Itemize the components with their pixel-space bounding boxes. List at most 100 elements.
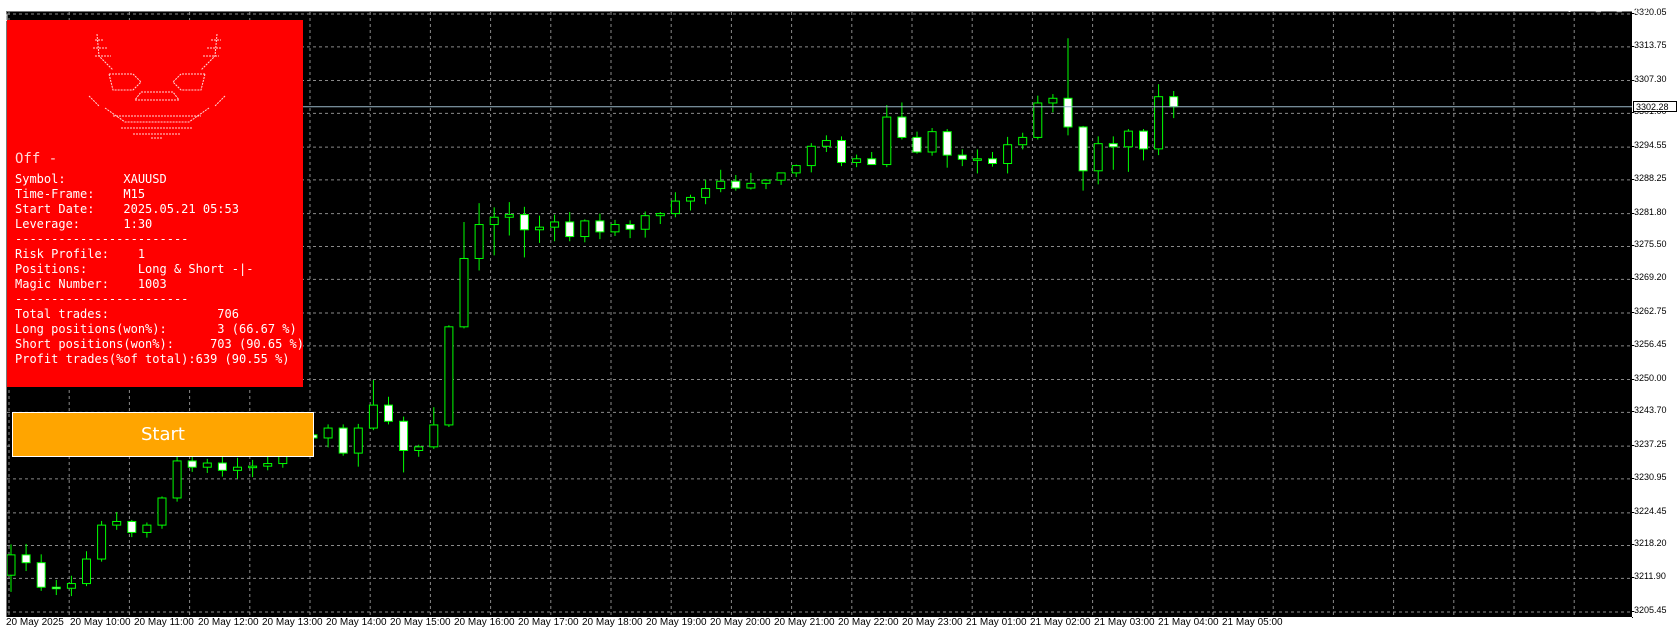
candle-body-bullish: [353, 427, 363, 454]
candle-body-bullish: [414, 446, 424, 451]
candle-body-bearish: [731, 180, 741, 189]
candle: [1003, 136, 1013, 174]
info-line-start-date: Start Date: 2025.05.21 05:53: [15, 202, 239, 216]
candle-body-bearish: [51, 586, 61, 590]
candle: [837, 136, 846, 167]
candle-body-bearish: [187, 460, 197, 468]
start-button[interactable]: Start: [12, 412, 314, 457]
info-line-leverage: Leverage: 1:30: [15, 217, 153, 231]
candle-body-bullish: [1003, 144, 1013, 164]
candle-body-bullish: [610, 224, 620, 233]
price-tick-label: 3224.45: [1631, 505, 1667, 516]
symbol-ohlc-label: XAUUSD,M15 3303.89 3305.29 3300.08 3302.…: [18, 2, 264, 13]
candle-body-bearish: [988, 158, 997, 164]
candle-body-bullish: [323, 427, 333, 439]
ea-status: Off -: [15, 151, 58, 167]
candle-body-bearish: [565, 221, 575, 238]
time-tick-label: 20 May 15:00: [390, 617, 451, 628]
candle: [1154, 84, 1164, 156]
candle-body-bullish: [263, 463, 273, 467]
price-tick-label: 3262.75: [1631, 306, 1667, 316]
candle: [399, 416, 409, 473]
candle-body-bearish: [399, 420, 409, 451]
candle-body-bullish: [504, 214, 514, 218]
candle: [202, 458, 212, 473]
candle-body-bullish: [82, 558, 91, 585]
candle-body-bearish: [942, 131, 952, 156]
price-tick-label: 3288.25: [1631, 172, 1667, 183]
candle-body-bullish: [791, 165, 801, 174]
candle: [1093, 136, 1103, 185]
candle: [535, 215, 544, 243]
smiley-icon: ◡: [1636, 5, 1647, 16]
candle-body-bullish: [580, 220, 590, 238]
candle-body-bullish: [972, 158, 982, 161]
info-line-long-positions: Long positions(won%): 3 (66.67 %): [15, 322, 297, 336]
info-divider: ------------------------: [15, 292, 189, 306]
candle: [368, 380, 378, 431]
candle: [263, 456, 273, 471]
candle: [852, 154, 862, 168]
candle-body-bullish: [701, 188, 711, 198]
candle: [1169, 90, 1179, 119]
time-tick-label: 20 May 18:00: [582, 617, 643, 628]
candle-body-bullish: [7, 554, 16, 576]
candle-body-bearish: [1078, 126, 1088, 172]
price-tick-label: 3243.70: [1631, 405, 1667, 416]
current-price-label: 3302.28: [1633, 100, 1677, 112]
candle-body-bullish: [1018, 136, 1028, 146]
candle-body-bullish: [368, 404, 378, 429]
symbol-header[interactable]: XAUUSD,M15 3303.89 3305.29 3300.08 3302.…: [6, 2, 263, 13]
candle-body-bullish: [429, 424, 439, 448]
candle: [1018, 132, 1028, 150]
candle: [1033, 95, 1043, 140]
info-line-profit-trades: Profit trades(%of total):639 (90.55 %): [15, 352, 290, 366]
candle: [338, 424, 348, 456]
candle: [82, 551, 91, 587]
candle-body-bearish: [217, 462, 227, 471]
candle-body-bullish: [761, 179, 771, 184]
price-tick-label: 3218.20: [1631, 538, 1667, 549]
time-tick-label: 20 May 12:00: [198, 617, 259, 628]
candle: [625, 220, 635, 239]
candle-body-bullish: [655, 213, 665, 217]
info-line-magic-number: Magic Number: 1003: [15, 277, 167, 291]
time-tick-label: 20 May 16:00: [454, 617, 515, 628]
candle-body-bullish: [746, 182, 756, 189]
candle: [36, 554, 46, 591]
candle-body-bullish: [927, 131, 937, 153]
candle-body-bullish: [142, 524, 152, 533]
candle: [1139, 129, 1148, 161]
candle-body-bullish: [1123, 130, 1133, 148]
price-tick-label: 3313.75: [1631, 39, 1667, 50]
candle-body-bullish: [852, 158, 862, 163]
ea-info-text: Off - Symbol: XAUUSD Time-Frame: M15 Star…: [15, 150, 304, 367]
candle-body-bullish: [489, 216, 499, 226]
candle: [912, 131, 922, 154]
candle-body-bullish: [882, 116, 892, 166]
info-line-positions: Positions: Long & Short -|-: [15, 262, 254, 276]
time-tick-label: 20 May 11:00: [134, 617, 194, 628]
expert-advisor-label[interactable]: Greedy Red_2.6_fix ◡: [1537, 2, 1647, 16]
candle-body-bearish: [1169, 96, 1179, 108]
price-tick-label: 3211.90: [1631, 571, 1666, 582]
candle: [942, 129, 952, 168]
candle: [776, 172, 786, 185]
candle-body-bullish: [670, 200, 680, 215]
price-tick-label: 3237.25: [1631, 439, 1667, 450]
time-tick-label: 20 May 10:00: [70, 617, 131, 628]
price-tick-label: 3205.45: [1631, 605, 1667, 615]
candle-body-bearish: [837, 140, 846, 163]
candle: [957, 149, 967, 167]
candle: [384, 396, 393, 425]
candle-body-bearish: [897, 116, 907, 138]
candle: [504, 202, 514, 236]
info-divider: ------------------------: [15, 232, 189, 246]
candle: [927, 128, 937, 156]
candle: [233, 457, 242, 479]
time-tick-label: 20 May 2025: [6, 617, 64, 628]
dropdown-triangle-icon[interactable]: [6, 4, 14, 9]
time-tick-label: 21 May 03:00: [1094, 617, 1155, 628]
candle-body-bullish: [1048, 97, 1058, 104]
time-tick-label: 20 May 22:00: [838, 617, 899, 628]
